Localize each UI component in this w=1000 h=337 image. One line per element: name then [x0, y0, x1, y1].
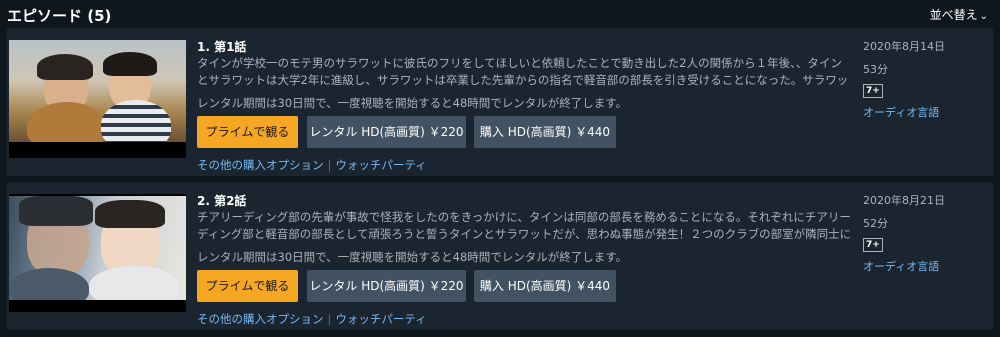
audio-languages-link[interactable]: オーディオ言語: [863, 104, 983, 120]
thumbnail-image: [9, 40, 186, 142]
watch-with-prime-button[interactable]: プライムで観る: [197, 270, 298, 302]
episode-meta: 2020年8月14日 53分 7+ オーディオ言語: [863, 38, 983, 120]
episode-thumbnail[interactable]: [9, 194, 186, 312]
watch-party-link[interactable]: ウォッチパーティ: [335, 158, 426, 172]
rent-hd-button[interactable]: レンタル HD(高画質) ￥220: [307, 270, 466, 302]
episodes-header: エピソード (5) 並べ替え ⌄: [0, 0, 1000, 28]
episode-title[interactable]: 1. 第1話: [197, 38, 246, 55]
age-rating-badge: 7+: [863, 238, 883, 252]
duration: 52分: [863, 217, 888, 230]
duration: 53分: [863, 63, 888, 76]
episode-title[interactable]: 2. 第2話: [197, 192, 246, 209]
episode-synopsis: タインが学校一のモテ男のサラワットに彼氏のフリをしてほしいと依頼したことで動き出…: [197, 56, 849, 87]
link-separator: |: [327, 158, 332, 172]
sort-label: 並べ替え: [929, 8, 978, 22]
episode-links: その他の購入オプション | ウォッチパーティ: [197, 157, 427, 173]
buy-hd-button[interactable]: 購入 HD(高画質) ￥440: [474, 270, 616, 302]
rental-note: レンタル期間は30日間で、一度視聴を開始すると48時間でレンタルが終了します。: [197, 96, 628, 110]
sort-button[interactable]: 並べ替え ⌄: [930, 6, 988, 23]
episodes-title: エピソード (5): [7, 7, 112, 25]
other-purchase-options-link[interactable]: その他の購入オプション: [197, 158, 324, 172]
rent-hd-button[interactable]: レンタル HD(高画質) ￥220: [307, 116, 466, 148]
link-separator: |: [327, 312, 332, 326]
episode-meta: 2020年8月21日 52分 7+ オーディオ言語: [863, 192, 983, 274]
episode-card: 2. 第2話 チアリーディング部の先輩が事故で怪我をしたのをきっかけに、タインは…: [7, 182, 993, 330]
watch-with-prime-button[interactable]: プライムで観る: [197, 116, 298, 148]
release-date: 2020年8月14日: [863, 40, 945, 53]
episode-card: 1. 第1話 タインが学校一のモテ男のサラワットに彼氏のフリをしてほしいと依頼し…: [7, 28, 993, 176]
episode-links: その他の購入オプション | ウォッチパーティ: [197, 311, 427, 327]
buy-hd-button[interactable]: 購入 HD(高画質) ￥440: [474, 116, 616, 148]
watch-party-link[interactable]: ウォッチパーティ: [335, 312, 426, 326]
rental-note: レンタル期間は30日間で、一度視聴を開始すると48時間でレンタルが終了します。: [197, 250, 628, 264]
release-date: 2020年8月21日: [863, 194, 945, 207]
age-rating-badge: 7+: [863, 84, 883, 98]
thumbnail-image: [9, 196, 186, 300]
episode-synopsis: チアリーディング部の先輩が事故で怪我をしたのをきっかけに、タインは同部の部長を務…: [197, 210, 852, 241]
other-purchase-options-link[interactable]: その他の購入オプション: [197, 312, 324, 326]
audio-languages-link[interactable]: オーディオ言語: [863, 258, 983, 274]
episode-thumbnail[interactable]: [9, 40, 186, 158]
chevron-down-icon: ⌄: [979, 11, 988, 22]
